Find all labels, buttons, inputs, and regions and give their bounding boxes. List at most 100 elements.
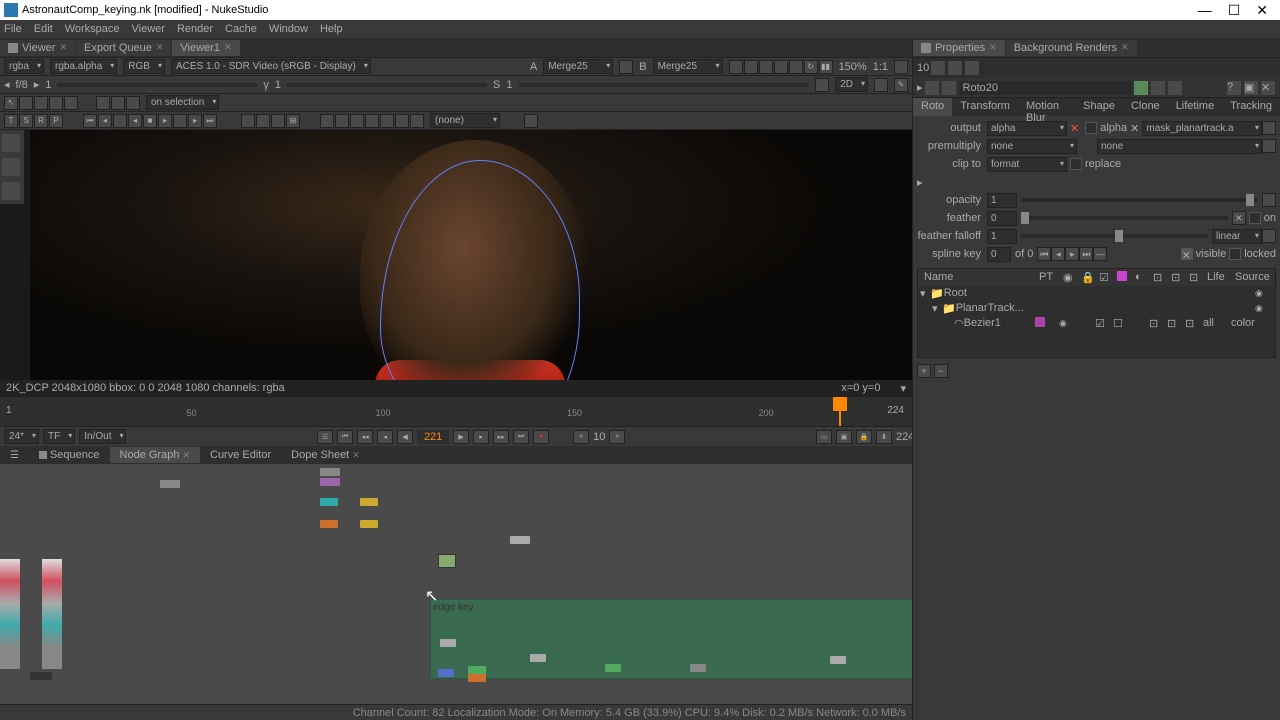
p-btn[interactable]: P [49, 114, 63, 128]
col-over-icon[interactable]: ☑ [1095, 271, 1113, 284]
nav-first-icon[interactable]: ⏮ [83, 114, 97, 128]
nav-nextkey-icon[interactable] [173, 114, 187, 128]
node[interactable] [320, 498, 338, 506]
fit-icon[interactable] [894, 60, 908, 74]
col-inv-icon[interactable]: ◐ [1131, 271, 1149, 284]
falloff-slider[interactable] [1021, 234, 1208, 238]
fstop-value[interactable]: f/8 [16, 79, 28, 91]
feather-slider[interactable] [1021, 216, 1228, 220]
col-pt[interactable]: PT [1035, 271, 1059, 284]
mask-x-icon[interactable]: ✕ [1070, 122, 1079, 135]
menu-edit[interactable]: Edit [34, 23, 53, 35]
ptab-clone[interactable]: Clone [1123, 98, 1168, 116]
spline-prev-icon[interactable]: ◂ [1051, 247, 1065, 261]
menu-viewer[interactable]: Viewer [132, 23, 165, 35]
falloff-type-dropdown[interactable]: linear [1212, 229, 1262, 244]
col-vis-icon[interactable]: ◉ [1059, 271, 1077, 284]
visible-check[interactable]: ✕ [1181, 248, 1193, 260]
fps-dropdown[interactable]: 24* [4, 429, 39, 444]
col-lock-icon[interactable]: 🔒 [1077, 271, 1095, 284]
spline-del-icon[interactable]: — [1093, 247, 1107, 261]
brush-tool-icon[interactable] [2, 182, 20, 200]
show-all-icon[interactable] [241, 114, 255, 128]
next-key-icon[interactable]: ▸▸ [493, 430, 509, 444]
viewer-status-menu-icon[interactable]: ▾ [900, 382, 906, 395]
replace-check[interactable] [1070, 158, 1082, 170]
gamma-value[interactable]: 1 [275, 79, 281, 91]
tab-curve-editor[interactable]: Curve Editor [200, 447, 281, 463]
node-float-icon[interactable]: ▣ [1244, 81, 1258, 95]
spline-last-icon[interactable]: ⏭ [1079, 247, 1093, 261]
feather-on-check[interactable] [1249, 212, 1261, 224]
node[interactable] [160, 480, 180, 488]
select-tool[interactable]: ↖ [4, 96, 18, 110]
lock-icon[interactable] [815, 78, 829, 92]
col-m1-icon[interactable]: ⊡ [1149, 271, 1167, 284]
node[interactable] [440, 639, 456, 647]
mask-clear-icon[interactable]: ✕ [1130, 122, 1139, 135]
first-frame-icon[interactable]: ⏮ [337, 430, 353, 444]
proxy-menu-dropdown[interactable]: (none) [430, 113, 500, 128]
playhead[interactable] [839, 397, 841, 426]
current-frame-input[interactable] [417, 430, 449, 444]
tab-bg-renders[interactable]: Background Renders✕ [1006, 40, 1137, 56]
transform-tool[interactable] [111, 96, 125, 110]
view-mode-dropdown[interactable]: 2D [835, 77, 868, 92]
nav-next-icon[interactable]: ▸ [188, 114, 202, 128]
track-back-all-icon[interactable] [320, 114, 334, 128]
export-icon[interactable]: ⬇ [876, 430, 892, 444]
node[interactable] [320, 478, 340, 486]
play-back-icon[interactable]: ◀ [397, 430, 413, 444]
clip-icon[interactable] [729, 60, 743, 74]
output-dropdown[interactable]: alpha [987, 121, 1067, 136]
node[interactable] [690, 664, 706, 672]
ptab-roto[interactable]: Roto [913, 98, 952, 116]
maximize-button[interactable]: ☐ [1228, 2, 1241, 19]
inout-dropdown[interactable]: In/Out [79, 429, 126, 444]
feather-field[interactable]: 0 [987, 211, 1017, 226]
r-btn[interactable]: R [34, 114, 48, 128]
node-column[interactable] [42, 559, 62, 669]
b-input-dropdown[interactable]: Merge25 [653, 59, 723, 74]
node-reveal-icon[interactable] [925, 81, 939, 95]
tab-viewer[interactable]: Viewer✕ [0, 40, 75, 56]
falloff-anim-icon[interactable] [1262, 229, 1276, 243]
cusp-tool[interactable] [64, 96, 78, 110]
show-sel-icon[interactable] [256, 114, 270, 128]
overscan-icon[interactable] [774, 60, 788, 74]
playhead-flag-icon[interactable] [833, 397, 847, 411]
tab-dope-sheet[interactable]: Dope Sheet✕ [281, 447, 370, 463]
col-source[interactable]: Source [1231, 271, 1273, 284]
bounce-icon[interactable]: ▣ [836, 430, 852, 444]
shape-planar-row[interactable]: ▾📁 PlanarTrack... [918, 301, 1275, 316]
show-none-icon[interactable] [271, 114, 285, 128]
pencil-icon[interactable]: ✎ [894, 78, 908, 92]
a-input-dropdown[interactable]: Merge25 [543, 59, 613, 74]
tab-sequence[interactable]: Sequence [29, 447, 110, 463]
t-btn[interactable]: T [4, 114, 18, 128]
premult-dropdown2[interactable]: none [1097, 139, 1262, 154]
smooth-tool[interactable] [49, 96, 63, 110]
ptab-transform[interactable]: Transform [952, 98, 1018, 116]
lock-play-icon[interactable]: 🔒 [856, 430, 872, 444]
menu-play-icon[interactable]: ☰ [317, 430, 333, 444]
shape-root-row[interactable]: ▾📁 Root [918, 286, 1275, 301]
last-frame-icon[interactable]: ⏭ [513, 430, 529, 444]
nav-play-rev-icon[interactable]: ◂ [128, 114, 142, 128]
node[interactable] [510, 536, 530, 544]
tab-export-queue[interactable]: Export Queue✕ [76, 40, 171, 56]
grid-icon[interactable]: ⊞ [286, 114, 300, 128]
roi-icon[interactable] [744, 60, 758, 74]
col-m3-icon[interactable]: ⊡ [1185, 271, 1203, 284]
nav-last-icon[interactable]: ⏭ [203, 114, 217, 128]
node-graph-canvas[interactable]: edge key despill [0, 464, 912, 704]
node[interactable] [530, 654, 546, 662]
node[interactable] [30, 672, 52, 680]
premult-dropdown[interactable]: none [987, 139, 1077, 154]
menu-render[interactable]: Render [177, 23, 213, 35]
menu-window[interactable]: Window [269, 23, 308, 35]
tab-btn-icon[interactable]: ☰ [0, 448, 29, 463]
proxy-icon[interactable] [759, 60, 773, 74]
viewer-canvas[interactable] [0, 130, 912, 380]
channel-set-dropdown[interactable]: rgba [4, 59, 44, 74]
